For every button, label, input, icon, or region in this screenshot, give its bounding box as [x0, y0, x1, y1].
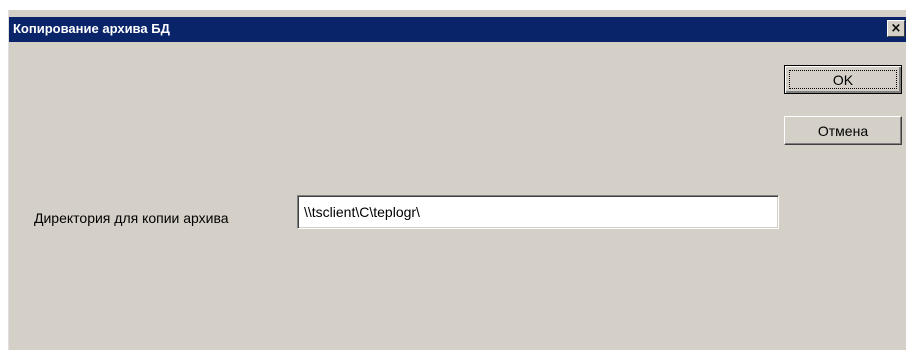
focus-rectangle — [789, 70, 897, 89]
close-button[interactable]: × — [887, 20, 905, 37]
close-icon: × — [890, 21, 902, 36]
ok-button[interactable]: OK — [784, 65, 902, 94]
cancel-button[interactable]: Отмена — [784, 116, 902, 145]
directory-label: Директория для копии архива — [34, 210, 229, 226]
dialog-window: Копирование архива БД × OK Отмена Директ… — [8, 10, 906, 350]
directory-input[interactable] — [297, 195, 779, 229]
window-title: Копирование архива БД — [13, 21, 170, 36]
title-bar[interactable]: Копирование архива БД × — [9, 17, 906, 42]
cancel-button-label: Отмена — [817, 122, 869, 139]
